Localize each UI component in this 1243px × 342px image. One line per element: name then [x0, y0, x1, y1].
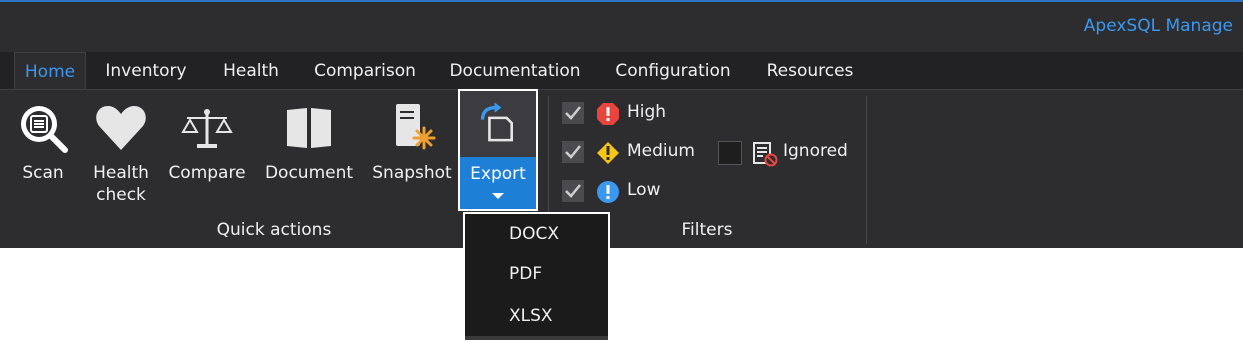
- filters-group-label: Filters: [681, 220, 733, 240]
- export-pdf-item[interactable]: PDF: [509, 264, 542, 284]
- checkmark-icon: [565, 145, 581, 159]
- high-severity-icon: [597, 103, 619, 125]
- book-icon: [287, 108, 331, 148]
- scan-button[interactable]: Scan: [10, 96, 76, 184]
- low-label: Low: [627, 180, 661, 200]
- health-check-label-line1: Health: [93, 163, 149, 183]
- low-checkbox[interactable]: [562, 180, 584, 202]
- filter-high[interactable]: High: [562, 102, 682, 126]
- ribbon-tabs: Home Inventory Health Comparison Documen…: [0, 52, 1243, 90]
- health-check-button[interactable]: Health check: [88, 96, 154, 206]
- ignored-checkbox[interactable]: [718, 141, 742, 165]
- group-separator: [866, 96, 867, 244]
- export-xlsx-item[interactable]: XLSX: [509, 306, 553, 326]
- snapshot-label: Snapshot: [372, 163, 452, 183]
- medium-label: Medium: [627, 141, 695, 161]
- export-icon-area: [460, 91, 536, 157]
- tab-home[interactable]: Home: [14, 52, 86, 90]
- export-button[interactable]: Export: [458, 89, 538, 211]
- document-label: Document: [264, 163, 354, 183]
- tab-inventory[interactable]: Inventory: [96, 52, 196, 90]
- snapshot-button[interactable]: Snapshot: [370, 96, 454, 184]
- high-label: High: [627, 102, 667, 122]
- tab-configuration[interactable]: Configuration: [606, 52, 740, 90]
- export-dropdown-menu: DOCX PDF XLSX: [463, 212, 610, 342]
- scales-icon: [181, 109, 233, 148]
- export-label: Export: [470, 164, 526, 184]
- checkmark-icon: [565, 184, 581, 198]
- filter-ignored[interactable]: Ignored: [718, 141, 858, 167]
- export-docx-item[interactable]: DOCX: [509, 224, 559, 244]
- scan-magnifier-icon: [21, 106, 68, 153]
- scan-label: Scan: [22, 163, 64, 183]
- filter-low[interactable]: Low: [562, 180, 682, 204]
- health-check-label-line2: check: [96, 185, 146, 205]
- chevron-down-icon: [492, 193, 504, 199]
- high-checkbox[interactable]: [562, 102, 584, 124]
- export-icon: [480, 102, 513, 142]
- filter-medium[interactable]: Medium: [562, 141, 702, 165]
- compare-label: Compare: [168, 163, 246, 183]
- medium-severity-icon: [597, 142, 619, 164]
- tab-health[interactable]: Health: [214, 52, 288, 90]
- ignored-label: Ignored: [783, 141, 848, 161]
- medium-checkbox[interactable]: [562, 141, 584, 163]
- menu-bottom-edge: [465, 336, 608, 340]
- app-title: ApexSQL Manage: [1083, 16, 1233, 36]
- low-severity-icon: [597, 181, 619, 203]
- document-button[interactable]: Document: [262, 96, 356, 184]
- tab-documentation[interactable]: Documentation: [442, 52, 588, 90]
- checkmark-icon: [565, 106, 581, 120]
- tab-comparison[interactable]: Comparison: [306, 52, 424, 90]
- heart-icon: [96, 106, 146, 150]
- quick-actions-group-label: Quick actions: [216, 220, 332, 240]
- ignored-document-icon: [753, 142, 778, 167]
- tab-resources[interactable]: Resources: [758, 52, 862, 90]
- snapshot-icon: [396, 104, 436, 150]
- export-dropdown-toggle[interactable]: Export: [460, 157, 536, 209]
- compare-button[interactable]: Compare: [166, 96, 248, 184]
